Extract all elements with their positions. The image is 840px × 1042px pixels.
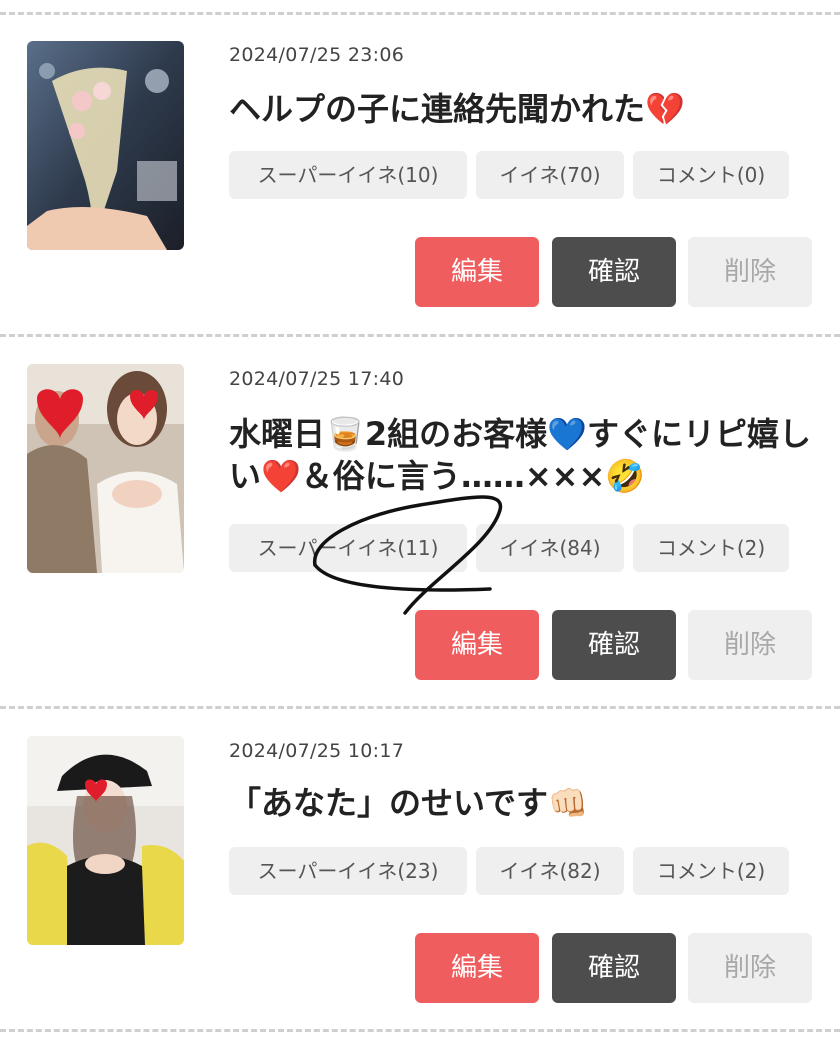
super-like-count: スーパーイイネ(10) [229, 151, 467, 199]
post-divider [0, 334, 840, 337]
comment-count: コメント(0) [633, 151, 789, 199]
delete-button[interactable]: 削除 [688, 933, 812, 1003]
post-date: 2024/07/25 23:06 [229, 44, 405, 66]
edit-button[interactable]: 編集 [415, 610, 539, 680]
post-title[interactable]: 水曜日🥃2組のお客様💙すぐにリピ嬉しい❤️＆俗に言う……×××🤣 [229, 413, 819, 497]
delete-button[interactable]: 削除 [688, 237, 812, 307]
like-count: イイネ(84) [476, 524, 624, 572]
like-count: イイネ(82) [476, 847, 624, 895]
comment-count: コメント(2) [633, 847, 789, 895]
post-date: 2024/07/25 10:17 [229, 740, 405, 762]
edit-button[interactable]: 編集 [415, 237, 539, 307]
confirm-button[interactable]: 確認 [552, 610, 676, 680]
post-date: 2024/07/25 17:40 [229, 368, 405, 390]
super-like-count: スーパーイイネ(11) [229, 524, 467, 572]
edit-button[interactable]: 編集 [415, 933, 539, 1003]
post-thumbnail[interactable] [27, 736, 184, 945]
post-thumbnail[interactable] [27, 364, 184, 573]
confirm-button[interactable]: 確認 [552, 237, 676, 307]
post-title[interactable]: ヘルプの子に連絡先聞かれた💔 [229, 88, 819, 130]
post-title[interactable]: 「あなた」のせいです👊🏻 [229, 782, 819, 824]
confirm-button[interactable]: 確認 [552, 933, 676, 1003]
like-count: イイネ(70) [476, 151, 624, 199]
comment-count: コメント(2) [633, 524, 789, 572]
super-like-count: スーパーイイネ(23) [229, 847, 467, 895]
post-divider [0, 706, 840, 709]
post-divider [0, 12, 840, 15]
delete-button[interactable]: 削除 [688, 610, 812, 680]
post-thumbnail[interactable] [27, 41, 184, 250]
post-divider [0, 1029, 840, 1032]
